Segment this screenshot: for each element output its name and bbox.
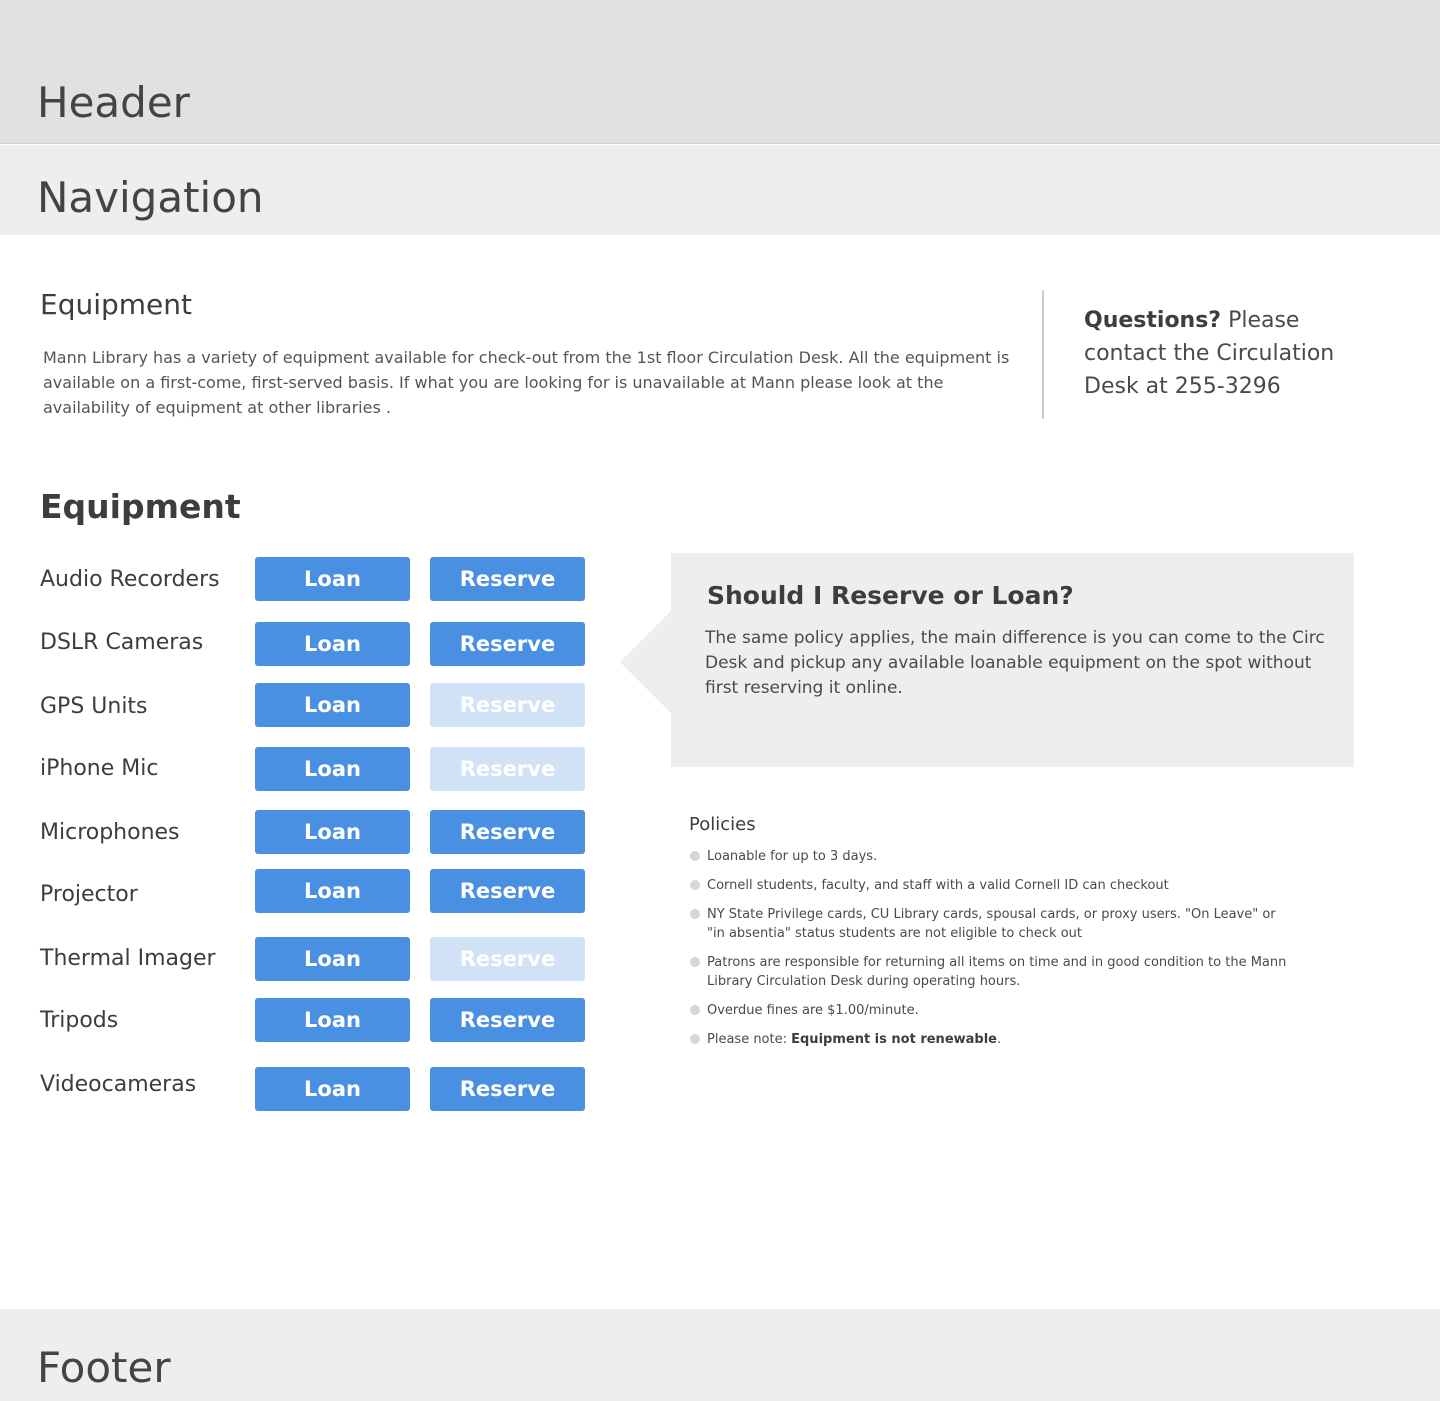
policies: Policies Loanable for up to 3 days. Corne… [689, 814, 1289, 1059]
loan-button[interactable]: Loan [255, 937, 410, 981]
equipment-row: iPhone Mic Loan Reserve [40, 747, 600, 791]
equipment-row: Thermal Imager Loan Reserve [40, 937, 600, 981]
intro-text: Mann Library has a variety of equipment … [43, 348, 1010, 417]
questions-bold: Questions? [1084, 308, 1222, 333]
loan-button[interactable]: Loan [255, 1067, 410, 1111]
equipment-row: Audio Recorders Loan Reserve [40, 557, 600, 601]
reserve-button-disabled: Reserve [430, 747, 585, 791]
footer-label: Footer [37, 1343, 171, 1392]
equipment-row: DSLR Cameras Loan Reserve [40, 622, 600, 666]
reserve-button[interactable]: Reserve [430, 622, 585, 666]
policy-list: Loanable for up to 3 days. Cornell studen… [689, 847, 1289, 1049]
policy-item: Overdue fines are $1.00/minute. [689, 1001, 1289, 1020]
policy-text-after: . [997, 1032, 1002, 1047]
equipment-row: Microphones Loan Reserve [40, 810, 600, 854]
intro-title: Equipment [40, 288, 192, 321]
navigation: Navigation [0, 145, 1440, 235]
equipment-name: DSLR Cameras [40, 630, 204, 655]
equipment-name: GPS Units [40, 694, 148, 719]
bullet-icon [690, 851, 700, 861]
equipment-name: Projector [40, 882, 138, 907]
bullet-icon [690, 957, 700, 967]
policy-text: NY State Privilege cards, CU Library car… [707, 907, 1276, 941]
vertical-divider [1042, 290, 1044, 419]
policy-text: Loanable for up to 3 days. [707, 849, 878, 864]
loan-button[interactable]: Loan [255, 810, 410, 854]
reserve-button[interactable]: Reserve [430, 557, 585, 601]
reserve-button[interactable]: Reserve [430, 869, 585, 913]
equipment-name: Thermal Imager [40, 946, 216, 971]
equipment-name: Tripods [40, 1008, 119, 1033]
equipment-row: Tripods Loan Reserve [40, 998, 600, 1042]
header-label: Header [37, 78, 190, 127]
callout-arrow [620, 610, 672, 714]
policy-text: Please note: [707, 1032, 792, 1047]
callout-title: Should I Reserve or Loan? [707, 581, 1074, 610]
policy-item: NY State Privilege cards, CU Library car… [689, 905, 1289, 943]
reserve-button[interactable]: Reserve [430, 998, 585, 1042]
equipment-title: Equipment [40, 487, 241, 526]
footer: Footer [0, 1309, 1440, 1401]
reserve-button[interactable]: Reserve [430, 810, 585, 854]
bullet-icon [690, 909, 700, 919]
loan-button[interactable]: Loan [255, 622, 410, 666]
policy-item: Cornell students, faculty, and staff wit… [689, 876, 1289, 895]
reserve-button-disabled: Reserve [430, 937, 585, 981]
equipment-row: GPS Units Loan Reserve [40, 683, 600, 727]
loan-button[interactable]: Loan [255, 869, 410, 913]
loan-button[interactable]: Loan [255, 998, 410, 1042]
header: Header [0, 0, 1440, 144]
loan-button[interactable]: Loan [255, 747, 410, 791]
policy-item: Please note: Equipment is not renewable. [689, 1030, 1289, 1049]
loan-button[interactable]: Loan [255, 683, 410, 727]
policy-text: Patrons are responsible for returning al… [707, 955, 1287, 989]
callout-text: The same policy applies, the main differ… [705, 628, 1325, 698]
policy-item: Patrons are responsible for returning al… [689, 953, 1289, 991]
policies-title: Policies [689, 814, 756, 835]
policy-text: Cornell students, faculty, and staff wit… [707, 878, 1169, 893]
policy-item: Loanable for up to 3 days. [689, 847, 1289, 866]
equipment-row: Videocameras Loan Reserve [40, 1067, 600, 1111]
reserve-button-disabled: Reserve [430, 683, 585, 727]
bullet-icon [690, 1034, 700, 1044]
equipment-name: Audio Recorders [40, 567, 220, 592]
reserve-or-loan-callout: Should I Reserve or Loan? The same polic… [671, 553, 1354, 767]
policy-text: Overdue fines are $1.00/minute. [707, 1003, 919, 1018]
navigation-label: Navigation [37, 173, 264, 222]
equipment-name: iPhone Mic [40, 756, 159, 781]
equipment-name: Videocameras [40, 1072, 197, 1097]
reserve-button[interactable]: Reserve [430, 1067, 585, 1111]
questions-contact: Questions? Please contact the Circulatio… [1084, 304, 1384, 403]
equipment-row: Projector Loan Reserve [40, 869, 600, 913]
bullet-icon [690, 1005, 700, 1015]
loan-button[interactable]: Loan [255, 557, 410, 601]
policy-bold-text: Equipment is not renewable [791, 1032, 997, 1047]
bullet-icon [690, 880, 700, 890]
equipment-name: Microphones [40, 820, 180, 845]
